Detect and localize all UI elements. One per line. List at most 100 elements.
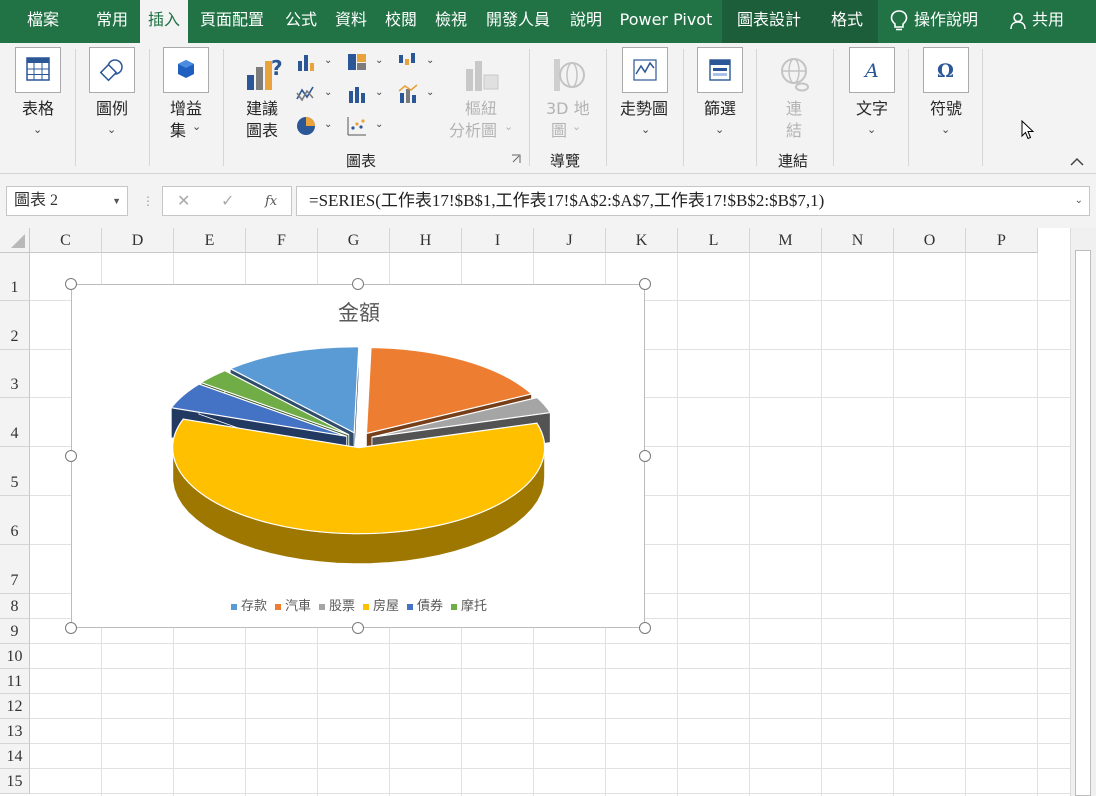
tab-review[interactable]: 校閱 [378, 0, 424, 43]
legend-entry[interactable]: 股票 [318, 595, 355, 614]
row-header[interactable]: 9 [0, 619, 30, 644]
legend-entry[interactable]: 摩托 [451, 595, 487, 614]
chevron-down-icon[interactable]: ⌄ [324, 119, 332, 130]
row-header[interactable]: 10 [0, 644, 30, 669]
chevron-down-icon[interactable]: ⌄ [375, 55, 383, 66]
tell-me-search[interactable]: 操作說明 [890, 0, 978, 43]
formula-input[interactable]: =SERIES(工作表17!$B$1,工作表17!$A$2:$A$7,工作表17… [296, 186, 1090, 216]
resize-handle[interactable] [639, 278, 651, 290]
legend-entry[interactable]: 存款 [230, 595, 267, 614]
pie-chart-icon[interactable] [295, 115, 317, 137]
filters-button[interactable]: 篩選 ⌄ [688, 47, 752, 143]
column-header[interactable]: L [678, 228, 750, 253]
row-header[interactable]: 14 [0, 744, 30, 769]
enter-icon[interactable]: ✓ [221, 191, 234, 210]
link-button[interactable]: 連 結 [762, 47, 826, 147]
waterfall-chart-icon[interactable] [397, 51, 419, 73]
chevron-down-icon[interactable]: ⌄ [426, 55, 434, 66]
vertical-scrollbar[interactable] [1070, 228, 1096, 796]
row-header[interactable]: 1 [0, 253, 30, 301]
tab-page-layout[interactable]: 頁面配置 [192, 0, 272, 43]
select-all-corner[interactable] [0, 228, 30, 253]
row-header[interactable]: 2 [0, 301, 30, 350]
column-header[interactable]: M [750, 228, 822, 253]
symbols-button[interactable]: Ω 符號 ⌄ [914, 47, 978, 143]
resize-handle[interactable] [352, 278, 364, 290]
row-header[interactable]: 6 [0, 496, 30, 545]
pie-plot-area[interactable] [72, 285, 646, 629]
insert-function-button[interactable]: fx [265, 194, 277, 209]
column-header[interactable]: F [246, 228, 318, 253]
table-button[interactable]: 表格 ⌄ [6, 47, 70, 143]
resize-handle[interactable] [65, 450, 77, 462]
chart-legend[interactable]: 存款 汽車 股票 房屋 債券 摩托 [72, 595, 646, 614]
tab-insert[interactable]: 插入 [140, 0, 188, 43]
addins-button[interactable]: 增益 集 ⌄ [154, 47, 218, 143]
tab-file[interactable]: 檔案 [10, 0, 76, 43]
row-header[interactable]: 8 [0, 594, 30, 619]
column-header[interactable]: H [390, 228, 462, 253]
chevron-down-icon[interactable]: ⌄ [375, 87, 383, 98]
resize-handle[interactable] [65, 278, 77, 290]
line-chart-icon[interactable] [295, 83, 317, 105]
text-button[interactable]: A 文字 ⌄ [840, 47, 904, 143]
chevron-down-icon[interactable]: ⌄ [375, 119, 383, 130]
pivotchart-button[interactable]: 樞紐 分析圖 ⌄ [446, 47, 516, 147]
sparklines-button[interactable]: 走勢圖 ⌄ [612, 47, 678, 143]
name-box[interactable]: 圖表 2 ▼ [6, 186, 128, 216]
row-header[interactable]: 13 [0, 719, 30, 744]
column-header[interactable]: N [822, 228, 894, 253]
column-header[interactable]: G [318, 228, 390, 253]
expand-formula-icon[interactable]: ⌄ [1075, 187, 1083, 215]
row-header[interactable]: 7 [0, 545, 30, 594]
tab-power-pivot[interactable]: Power Pivot [612, 0, 720, 43]
3d-map-button[interactable]: 3D 地 圖 ⌄ [536, 47, 600, 147]
tab-help[interactable]: 說明 [562, 0, 610, 43]
column-header[interactable]: I [462, 228, 534, 253]
resize-handle[interactable] [639, 622, 651, 634]
bar-chart-icon[interactable] [346, 83, 368, 105]
column-header[interactable]: P [966, 228, 1038, 253]
cancel-icon[interactable]: ✕ [177, 191, 190, 210]
resize-handle[interactable] [639, 450, 651, 462]
tab-chart-design[interactable]: 圖表設計 [722, 0, 816, 43]
illustrations-button[interactable]: 圖例 ⌄ [80, 47, 144, 143]
tab-formulas[interactable]: 公式 [278, 0, 324, 43]
legend-entry[interactable]: 債券 [407, 595, 443, 614]
column-header[interactable]: E [174, 228, 246, 253]
chevron-down-icon[interactable]: ⌄ [324, 87, 332, 98]
resize-handle[interactable] [352, 622, 364, 634]
column-header[interactable]: D [102, 228, 174, 253]
hierarchy-chart-icon[interactable] [346, 51, 368, 73]
chevron-down-icon[interactable]: ⌄ [426, 87, 434, 98]
legend-entry[interactable]: 汽車 [274, 595, 311, 614]
tab-data[interactable]: 資料 [328, 0, 374, 43]
row-header[interactable]: 3 [0, 350, 30, 398]
row-header[interactable]: 15 [0, 769, 30, 794]
column-header[interactable]: C [30, 228, 102, 253]
drag-handle-icon[interactable]: ⋮ [142, 194, 154, 208]
collapse-ribbon-icon[interactable] [1070, 157, 1084, 167]
tab-developer[interactable]: 開發人員 [478, 0, 558, 43]
combo-chart-icon[interactable] [397, 83, 419, 105]
tab-home[interactable]: 常用 [86, 0, 138, 43]
row-header[interactable]: 4 [0, 398, 30, 447]
row-header[interactable]: 11 [0, 669, 30, 694]
chevron-down-icon[interactable]: ▼ [112, 187, 121, 215]
legend-entry[interactable]: 房屋 [363, 595, 399, 614]
resize-handle[interactable] [65, 622, 77, 634]
dialog-launcher-icon[interactable] [511, 154, 521, 164]
share-button[interactable]: 共用 [1010, 0, 1064, 43]
row-header[interactable]: 5 [0, 447, 30, 496]
column-chart-icon[interactable] [295, 51, 317, 73]
scrollbar-thumb[interactable] [1075, 250, 1091, 796]
column-header[interactable]: K [606, 228, 678, 253]
column-header[interactable]: J [534, 228, 606, 253]
recommended-charts-button[interactable]: ? 建議 圖表 [238, 47, 288, 147]
tab-format[interactable]: 格式 [816, 0, 878, 43]
column-header[interactable]: O [894, 228, 966, 253]
tab-view[interactable]: 檢視 [428, 0, 474, 43]
scatter-chart-icon[interactable] [346, 115, 368, 137]
chevron-down-icon[interactable]: ⌄ [324, 55, 332, 66]
row-header[interactable]: 12 [0, 694, 30, 719]
